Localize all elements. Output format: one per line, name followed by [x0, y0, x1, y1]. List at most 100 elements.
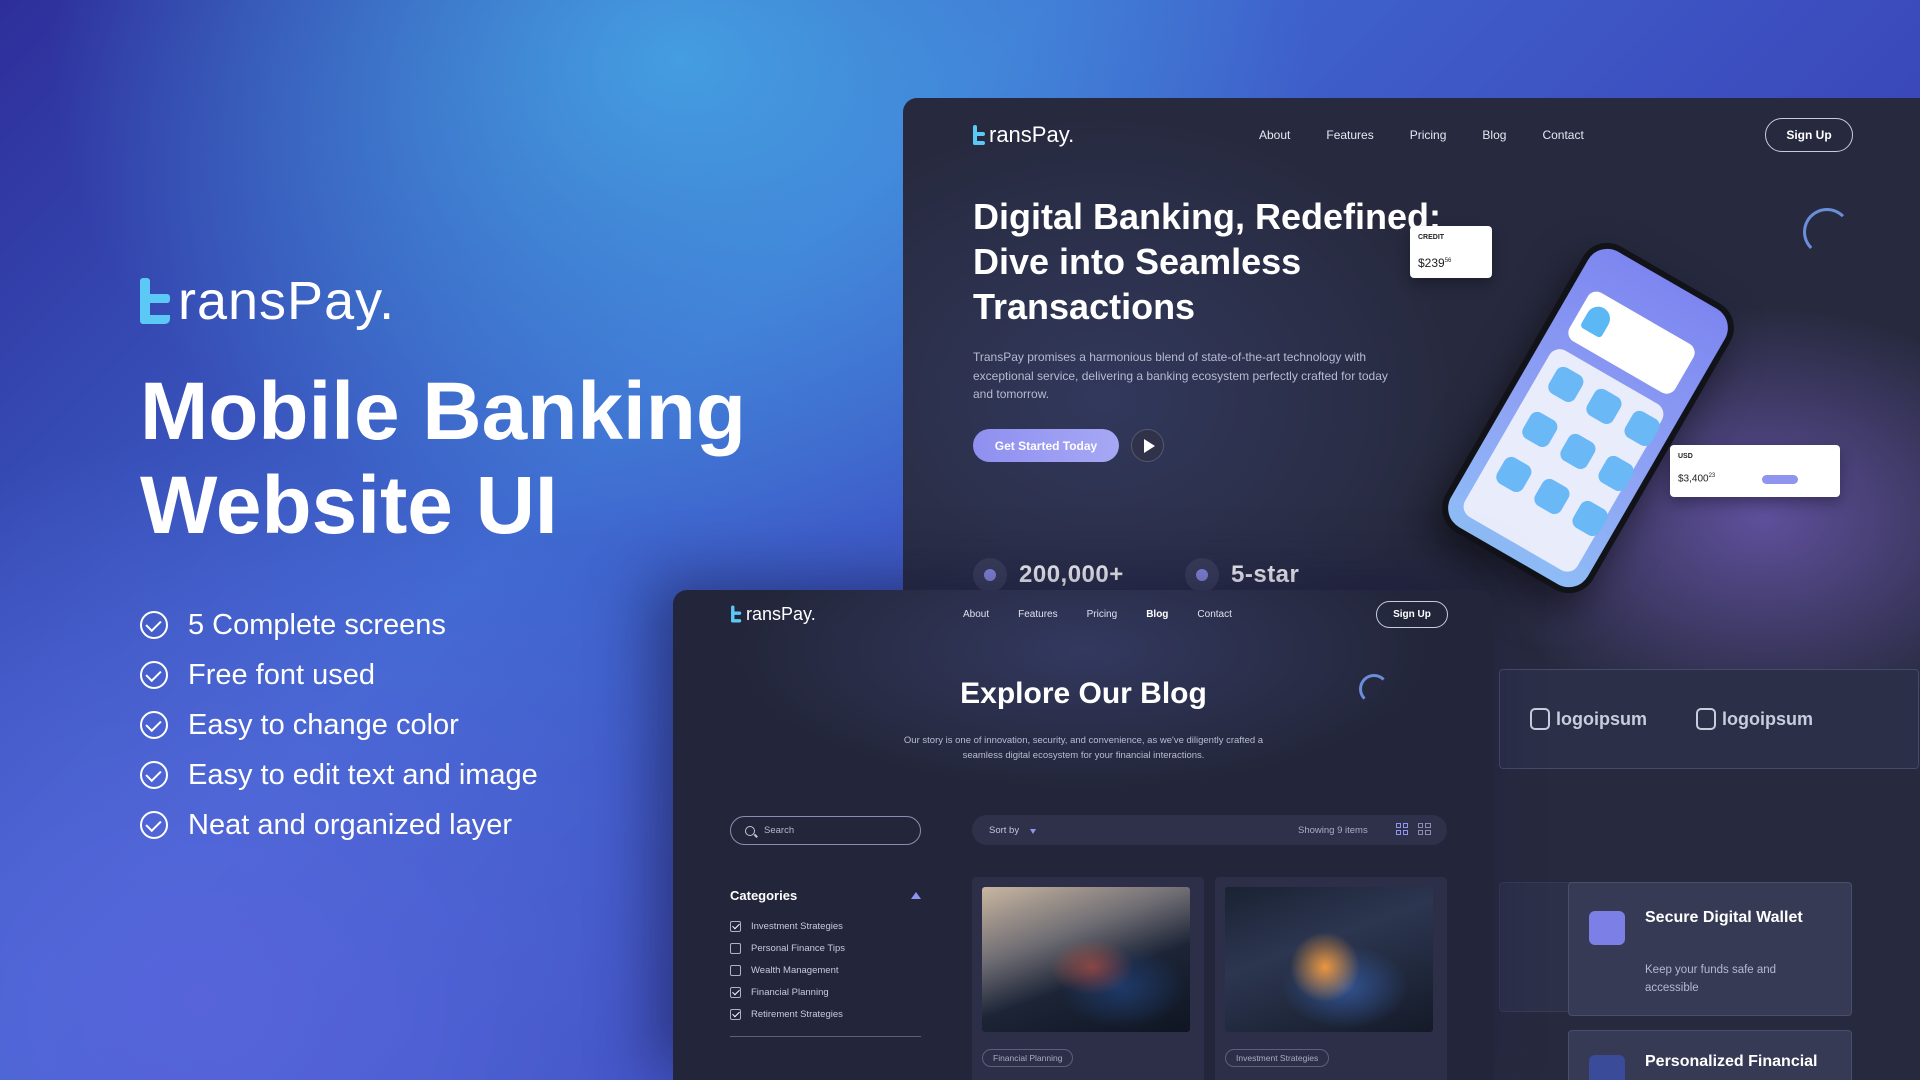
decorative-arc-icon: [1803, 208, 1851, 256]
transpay-logo-mark-icon: [973, 125, 987, 145]
transpay-logo-mark-icon: [140, 278, 172, 324]
blog-post-card[interactable]: Investment Strategies: [1215, 877, 1447, 1080]
checkbox-checked[interactable]: [730, 986, 741, 998]
chevron-down-icon[interactable]: [1030, 829, 1036, 834]
feature-item: Easy to change color: [140, 700, 538, 750]
app-tile-icon: [1583, 385, 1625, 427]
blog-nav-links: About Features Pricing Blog Contact: [963, 609, 1232, 620]
categories-label: Categories: [730, 888, 798, 903]
feature-item: 5 Complete screens: [140, 600, 538, 650]
stat-value: 5-star: [1231, 561, 1300, 588]
feature-card-personalized[interactable]: Personalized Financial: [1568, 1030, 1852, 1080]
phone-screen: [1440, 240, 1736, 596]
wallet-icon: [1589, 911, 1625, 945]
post-tag[interactable]: Financial Planning: [982, 1049, 1074, 1067]
nav-link-features[interactable]: Features: [1326, 128, 1373, 142]
post-image-hologram-chart[interactable]: [1225, 887, 1433, 1032]
sign-up-button[interactable]: Sign Up: [1376, 601, 1448, 628]
partner-logo: logoipsum: [1530, 708, 1647, 730]
sort-toolbar: Sort by Showing 9 items: [972, 815, 1447, 845]
category-list: Investment Strategies Personal Finance T…: [730, 915, 845, 1025]
partner-logo: logoipsum: [1696, 708, 1813, 730]
hero-title: Mobile Banking Website UI: [140, 366, 746, 551]
feature-card-wallet[interactable]: Secure Digital Wallet Keep your funds sa…: [1568, 882, 1852, 1016]
hero-brand-name: ransPay.: [178, 271, 396, 331]
nav-link-blog[interactable]: Blog: [1146, 609, 1168, 620]
checkbox-checked[interactable]: [730, 920, 741, 932]
logoipsum-icon: [1696, 708, 1716, 730]
post-tag[interactable]: Investment Strategies: [1225, 1049, 1330, 1067]
credit-card-widget: CREDIT $23956: [1410, 226, 1492, 278]
feature-item: Neat and organized layer: [140, 800, 538, 850]
phone-mockup: [1428, 232, 1745, 604]
stat-rating: 5-star: [1185, 558, 1299, 592]
partner-name: logoipsum: [1556, 708, 1647, 729]
category-item[interactable]: Wealth Management: [730, 959, 845, 981]
nav-link-pricing[interactable]: Pricing: [1087, 609, 1118, 620]
category-item[interactable]: Retirement Strategies: [730, 1003, 845, 1025]
item-count: Showing 9 items: [1298, 825, 1368, 836]
categories-header[interactable]: Categories: [730, 888, 921, 903]
get-started-button[interactable]: Get Started Today: [973, 429, 1119, 462]
check-circle-icon: [140, 611, 168, 639]
app-tile-icon: [1493, 453, 1535, 495]
checkbox-checked[interactable]: [730, 1008, 741, 1020]
phone-frame: [1431, 232, 1745, 604]
logo-text: ransPay.: [989, 122, 1075, 147]
app-tile-icon: [1595, 452, 1637, 494]
list-view-icon[interactable]: [1418, 823, 1432, 837]
feature-label: Easy to change color: [188, 708, 459, 741]
badge-icon: [1185, 558, 1219, 592]
nav-link-about[interactable]: About: [963, 609, 989, 620]
sort-dropdown[interactable]: Sort by: [989, 825, 1019, 836]
play-video-button[interactable]: [1131, 429, 1164, 462]
chart-icon: [1589, 1055, 1625, 1080]
post-image-tablet-chart[interactable]: [982, 887, 1190, 1032]
nav-link-about[interactable]: About: [1259, 128, 1290, 142]
sign-up-button[interactable]: Sign Up: [1765, 118, 1853, 152]
nav-link-contact[interactable]: Contact: [1197, 609, 1231, 620]
usd-action-button[interactable]: [1762, 475, 1798, 484]
nav-link-pricing[interactable]: Pricing: [1410, 128, 1447, 142]
landing-navbar: ransPay. About Features Pricing Blog Con…: [903, 118, 1920, 152]
blog-search[interactable]: [730, 816, 921, 845]
landing-nav-links: About Features Pricing Blog Contact: [1259, 128, 1584, 142]
feature-card-title: Secure Digital Wallet: [1645, 909, 1803, 926]
app-tile-icon: [1519, 408, 1561, 450]
category-label: Financial Planning: [751, 986, 829, 998]
logoipsum-icon: [1530, 708, 1550, 730]
landing-description: TransPay promises a harmonious blend of …: [973, 350, 1388, 401]
hero-brand-logo: ransPay.: [140, 270, 395, 332]
feature-label: 5 Complete screens: [188, 608, 446, 641]
category-label: Wealth Management: [751, 964, 839, 976]
usd-label: USD: [1678, 453, 1693, 460]
usd-card-widget: USD $3,40023: [1670, 445, 1840, 497]
nav-link-contact[interactable]: Contact: [1542, 128, 1583, 142]
category-label: Investment Strategies: [751, 920, 843, 932]
phone-app-grid: [1459, 344, 1668, 577]
feature-card-title: Personalized Financial: [1645, 1053, 1818, 1070]
stat-value: 200,000+: [1019, 561, 1124, 588]
nav-link-features[interactable]: Features: [1018, 609, 1057, 620]
app-tile-icon: [1569, 497, 1611, 539]
checkbox-unchecked[interactable]: [730, 942, 741, 954]
category-item[interactable]: Investment Strategies: [730, 915, 845, 937]
blog-logo[interactable]: ransPay.: [730, 604, 816, 625]
partner-name: logoipsum: [1722, 708, 1813, 729]
landing-logo[interactable]: ransPay.: [973, 122, 1074, 148]
grid-view-icon[interactable]: [1396, 823, 1410, 837]
chevron-up-icon[interactable]: [911, 892, 921, 899]
category-label: Personal Finance Tips: [751, 942, 845, 954]
checkbox-unchecked[interactable]: [730, 964, 741, 976]
check-circle-icon: [140, 761, 168, 789]
check-circle-icon: [140, 811, 168, 839]
nav-link-blog[interactable]: Blog: [1482, 128, 1506, 142]
category-item[interactable]: Personal Finance Tips: [730, 937, 845, 959]
category-item[interactable]: Financial Planning: [730, 981, 845, 1003]
blog-navbar: ransPay. About Features Pricing Blog Con…: [673, 600, 1494, 628]
search-input[interactable]: [764, 825, 904, 836]
blog-post-card[interactable]: Financial Planning: [972, 877, 1204, 1080]
feature-label: Free font used: [188, 658, 375, 691]
feature-card-desc: Keep your funds safe and accessible: [1645, 964, 1777, 994]
app-tile-icon: [1531, 475, 1573, 517]
